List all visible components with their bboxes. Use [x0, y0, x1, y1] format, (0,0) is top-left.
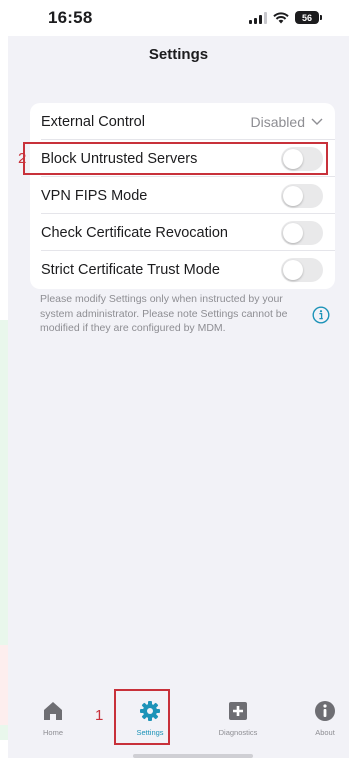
page-title: Settings	[148, 46, 209, 63]
tab-about-label: About	[315, 728, 335, 737]
toggle-knob	[283, 185, 303, 206]
vpn-fips-mode-row: VPN FIPS Mode	[30, 177, 335, 214]
settings-help-text: Please modify Settings only when instruc…	[40, 293, 288, 334]
step2-marker: 2	[18, 150, 27, 167]
tab-home-label: Home	[42, 728, 63, 737]
tab-home[interactable]: Home	[18, 690, 88, 742]
strict-certificate-trust-mode-row: Strict Certificate Trust Mode	[30, 251, 335, 288]
toggle-knob	[283, 259, 303, 280]
status-icons: 56	[249, 11, 322, 24]
step1-highlight-box	[114, 689, 170, 745]
external-control-row[interactable]: External Control Disabled	[30, 103, 335, 140]
chevron-down-icon	[311, 118, 323, 125]
step2-highlight-box	[23, 142, 328, 175]
battery-level: 56	[301, 12, 312, 23]
step1-marker: 1	[95, 707, 104, 724]
tab-diagnostics[interactable]: Diagnostics	[203, 690, 273, 742]
strict-certificate-trust-mode-label: Strict Certificate Trust Mode	[41, 261, 220, 278]
status-bar: 16:58 56	[8, 0, 349, 36]
plus-square-icon	[229, 702, 247, 720]
check-certificate-revocation-toggle[interactable]	[281, 220, 323, 245]
phone-screen: 16:58 56 Settings External Control Disab…	[8, 0, 349, 758]
settings-card: External Control Disabled Block Untruste…	[30, 103, 335, 289]
check-certificate-revocation-label: Check Certificate Revocation	[41, 224, 228, 241]
status-time: 16:58	[48, 8, 93, 27]
external-control-dropdown[interactable]: Disabled	[251, 114, 323, 130]
info-circle-icon	[315, 701, 335, 721]
tab-about[interactable]: About	[290, 690, 359, 742]
external-control-value: Disabled	[250, 113, 305, 130]
vpn-fips-mode-toggle[interactable]	[281, 183, 323, 208]
tab-bar: Home Settings Diagnostics About	[8, 690, 349, 750]
home-icon	[44, 702, 62, 720]
home-indicator	[133, 754, 253, 758]
external-control-label: External Control	[41, 113, 145, 130]
vpn-fips-mode-label: VPN FIPS Mode	[41, 187, 148, 204]
left-edge-pink-tint	[0, 645, 8, 725]
strict-certificate-trust-mode-toggle[interactable]	[281, 257, 323, 282]
battery-icon: 56	[295, 11, 322, 24]
wifi-icon	[273, 11, 289, 23]
toggle-knob	[283, 222, 303, 243]
signal-icon	[249, 11, 267, 24]
info-icon[interactable]	[312, 306, 330, 324]
tab-diagnostics-label: Diagnostics	[218, 728, 258, 737]
check-certificate-revocation-row: Check Certificate Revocation	[30, 214, 335, 251]
